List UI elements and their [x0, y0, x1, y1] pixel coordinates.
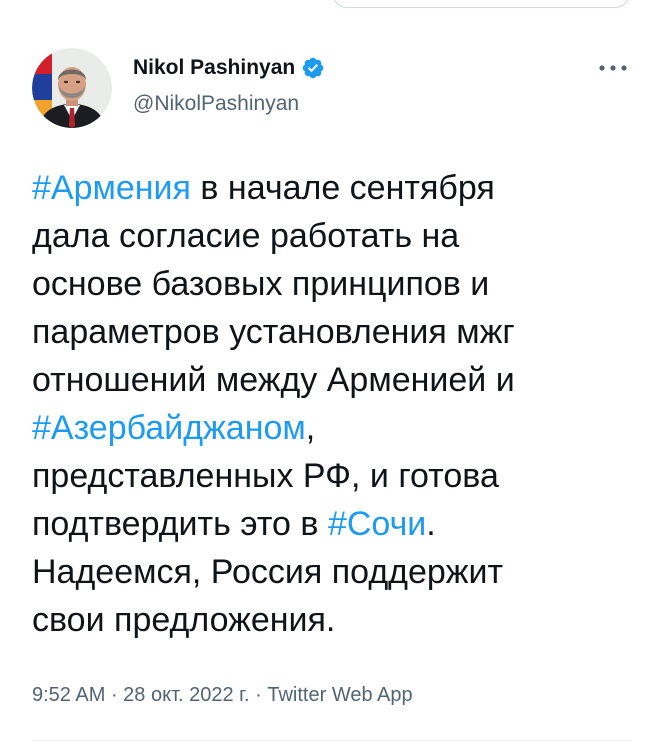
tweet-time[interactable]: 9:52 AM [32, 684, 105, 706]
tweet-text-segment: основе базовых принципов и [32, 265, 490, 303]
tweet-text-segment: , [305, 409, 316, 447]
tweet-text-segment: . [426, 505, 436, 543]
hashtag-link[interactable]: #Сочи [328, 505, 426, 543]
tweet-text-segment: Надеемся, Россия поддержит [32, 553, 504, 591]
tweet-text-segment: отношений между Арменией и [32, 361, 515, 399]
tweet-body-text: #Армения в начале сентября дала согласие … [32, 164, 632, 644]
tweet-text-line: #Азербайджаном, [32, 404, 632, 452]
tweet-text-line: #Армения в начале сентября [32, 164, 632, 212]
divider [32, 740, 632, 741]
tweet-text-segment: параметров установления мжг [32, 313, 515, 351]
tweet-text-line: подтвердить это в #Сочи. [32, 500, 632, 548]
meta-separator: · [249, 684, 268, 706]
tweet-text-line: Надеемся, Россия поддержит [32, 548, 632, 596]
tweet-text-segment: представленных РФ, и готова [32, 457, 499, 495]
meta-separator: · [105, 684, 124, 706]
tweet-text-line: дала согласие работать на [32, 212, 632, 260]
tweet-text-segment: дала согласие работать на [32, 217, 460, 255]
author-display-name[interactable]: Nikol Pashinyan [133, 56, 295, 80]
verified-badge-icon [301, 56, 325, 80]
avatar-image [32, 48, 112, 128]
tweet-text-line: представленных РФ, и готова [32, 452, 632, 500]
author-name-row[interactable]: Nikol Pashinyan [133, 56, 325, 80]
avatar[interactable] [32, 48, 112, 128]
tweet-text-line: основе базовых принципов и [32, 260, 632, 308]
tweet-text-segment: подтвердить это в [32, 505, 328, 543]
tweet-text-line: свои предложения. [32, 596, 632, 644]
hashtag-link[interactable]: #Армения [32, 169, 191, 207]
tweet-source[interactable]: Twitter Web App [267, 684, 412, 706]
tweet-text-line: отношений между Арменией и [32, 356, 632, 404]
tweet: Nikol Pashinyan @NikolPashinyan #Армения… [0, 0, 662, 744]
tweet-meta: 9:52 AM · 28 окт. 2022 г. · Twitter Web … [32, 684, 413, 707]
tweet-text-line: параметров установления мжг [32, 308, 632, 356]
tweet-text-segment: свои предложения. [32, 601, 336, 639]
tweet-text-segment: в начале сентября [190, 169, 495, 207]
author-handle[interactable]: @NikolPashinyan [133, 92, 299, 116]
hashtag-link[interactable]: #Азербайджаном [32, 409, 306, 447]
tweet-date[interactable]: 28 окт. 2022 г. [123, 684, 249, 706]
more-options-icon[interactable] [596, 58, 630, 78]
